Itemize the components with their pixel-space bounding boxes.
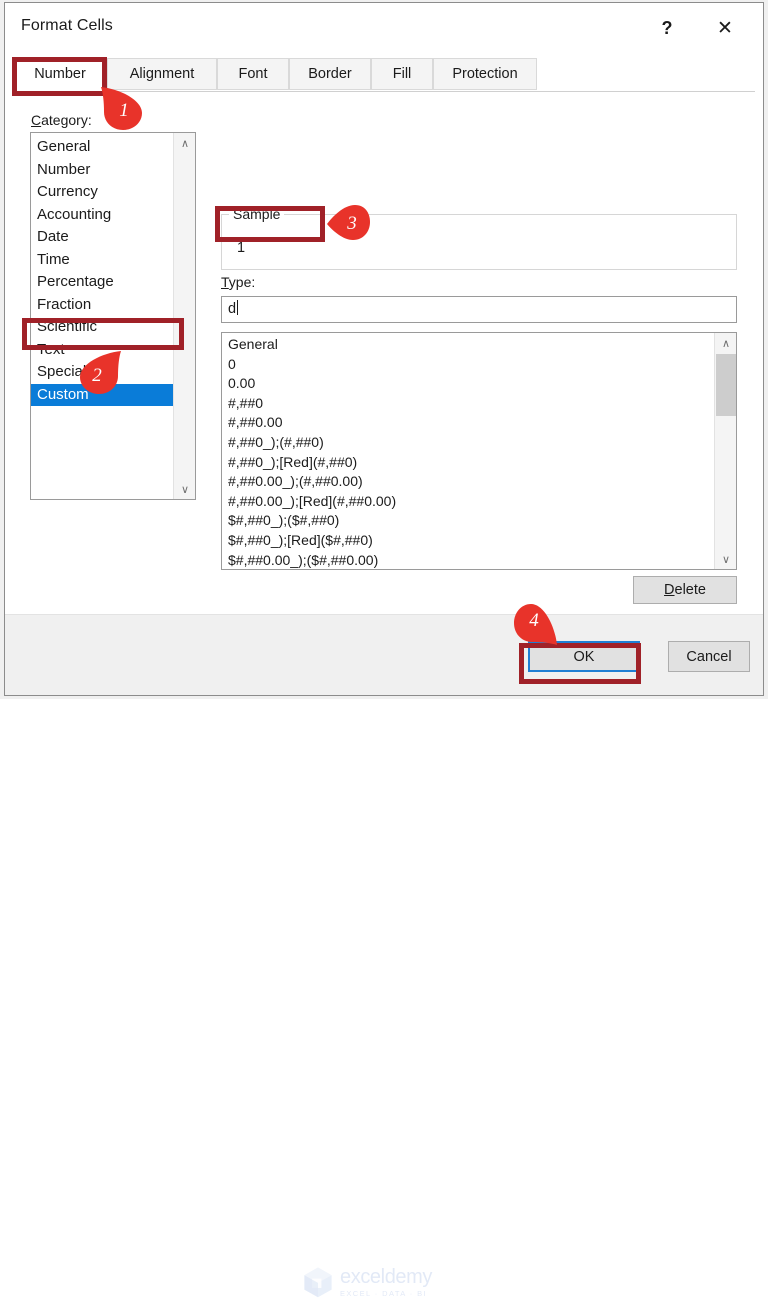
category-item-date[interactable]: Date [31, 226, 173, 249]
type-option-3[interactable]: #,##0 [222, 394, 714, 414]
close-icon[interactable]: ✕ [705, 13, 745, 43]
ok-button[interactable]: OK [528, 641, 640, 672]
type-option-7[interactable]: #,##0.00_);(#,##0.00) [222, 472, 714, 492]
tab-border[interactable]: Border [289, 58, 371, 90]
type-list: General 0 0.00 #,##0 #,##0.00 #,##0_);(#… [222, 333, 714, 569]
tab-alignment[interactable]: Alignment [107, 58, 217, 90]
category-item-time[interactable]: Time [31, 249, 173, 272]
type-listbox[interactable]: General 0 0.00 #,##0 #,##0.00 #,##0_);(#… [221, 332, 737, 570]
screenshot-root: Format Cells ? ✕ Number Alignment Font B… [0, 0, 768, 1298]
dialog-title: Format Cells [21, 17, 113, 34]
format-cells-dialog: Format Cells ? ✕ Number Alignment Font B… [4, 2, 764, 1298]
category-list: General Number Currency Accounting Date … [31, 133, 173, 406]
category-item-number[interactable]: Number [31, 159, 173, 182]
delete-button-label: Delete [664, 582, 706, 598]
tab-protection[interactable]: Protection [433, 58, 537, 90]
type-option-9[interactable]: $#,##0_);($#,##0) [222, 511, 714, 531]
tab-strip: Number Alignment Font Border Fill Protec… [5, 58, 763, 92]
type-option-6[interactable]: #,##0_);[Red](#,##0) [222, 453, 714, 473]
delete-button[interactable]: Delete [633, 576, 737, 604]
category-item-percentage[interactable]: Percentage [31, 271, 173, 294]
scrollbar-thumb[interactable] [716, 354, 736, 416]
category-item-fraction[interactable]: Fraction [31, 294, 173, 317]
tab-number[interactable]: Number [13, 58, 107, 90]
help-icon[interactable]: ? [647, 13, 687, 43]
watermark-name: exceldemy [340, 1265, 432, 1288]
type-option-5[interactable]: #,##0_);(#,##0) [222, 433, 714, 453]
category-item-currency[interactable]: Currency [31, 181, 173, 204]
category-item-special[interactable]: Special [31, 361, 173, 384]
scroll-down-icon[interactable]: ∨ [174, 479, 195, 499]
tab-font[interactable]: Font [217, 58, 289, 90]
category-item-accounting[interactable]: Accounting [31, 204, 173, 227]
tab-fill[interactable]: Fill [371, 58, 433, 90]
exceldemy-logo-icon [304, 1267, 332, 1298]
sample-group-box [221, 214, 737, 270]
type-input-value: d [228, 301, 237, 317]
cancel-button[interactable]: Cancel [668, 641, 750, 672]
type-scrollbar[interactable]: ∧ ∨ [714, 333, 736, 569]
dialog-body: Category: General Number Currency Accoun… [5, 92, 763, 639]
category-item-general[interactable]: General [31, 136, 173, 159]
category-listbox[interactable]: General Number Currency Accounting Date … [30, 132, 196, 500]
category-label: Category: [31, 112, 92, 128]
scroll-up-icon[interactable]: ∧ [715, 333, 736, 353]
scroll-up-icon[interactable]: ∧ [174, 133, 195, 153]
category-item-scientific[interactable]: Scientific [31, 316, 173, 339]
sample-value: 1 [237, 240, 246, 256]
text-caret [237, 300, 239, 315]
type-option-11[interactable]: $#,##0.00_);($#,##0.00) [222, 551, 714, 569]
sample-label: Sample [229, 206, 285, 222]
category-scrollbar[interactable]: ∧ ∨ [173, 133, 195, 499]
type-input[interactable]: d [221, 296, 737, 323]
watermark-text: exceldemy EXCEL · DATA · BI [340, 1267, 432, 1298]
category-item-text[interactable]: Text [31, 339, 173, 362]
watermark-tagline: EXCEL · DATA · BI [340, 1288, 428, 1298]
type-option-2[interactable]: 0.00 [222, 374, 714, 394]
scroll-down-icon[interactable]: ∨ [715, 549, 736, 569]
type-option-10[interactable]: $#,##0_);[Red]($#,##0) [222, 531, 714, 551]
type-option-0[interactable]: General [222, 335, 714, 355]
dialog-footer: exceldemy EXCEL · DATA · BI OK Cancel [5, 614, 763, 1298]
type-option-4[interactable]: #,##0.00 [222, 413, 714, 433]
type-label: Type: [221, 274, 256, 290]
type-option-8[interactable]: #,##0.00_);[Red](#,##0.00) [222, 492, 714, 512]
dialog-titlebar: Format Cells ? ✕ [5, 3, 763, 51]
category-item-custom[interactable]: Custom [31, 383, 173, 406]
exceldemy-watermark: exceldemy EXCEL · DATA · BI [301, 1263, 465, 1301]
type-option-1[interactable]: 0 [222, 355, 714, 375]
